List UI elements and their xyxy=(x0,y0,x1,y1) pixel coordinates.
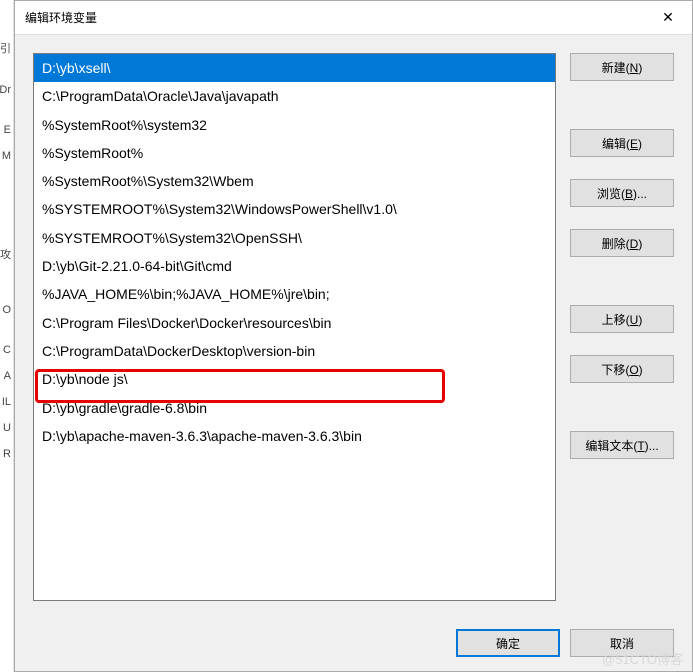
list-item[interactable]: C:\ProgramData\DockerDesktop\version-bin xyxy=(34,337,555,365)
list-item[interactable]: C:\ProgramData\Oracle\Java\javapath xyxy=(34,82,555,110)
list-item[interactable]: D:\yb\node js\ xyxy=(34,365,555,393)
list-item[interactable]: %JAVA_HOME%\bin;%JAVA_HOME%\jre\bin; xyxy=(34,280,555,308)
list-item[interactable]: %SystemRoot%\System32\Wbem xyxy=(34,167,555,195)
bg-fragment: O xyxy=(2,304,11,316)
bg-fragment: E xyxy=(4,124,11,136)
list-item[interactable]: %SystemRoot% xyxy=(34,139,555,167)
bg-fragment: Dr xyxy=(0,84,11,96)
list-item[interactable]: %SystemRoot%\system32 xyxy=(34,111,555,139)
bg-fragment: IL xyxy=(2,396,11,408)
background-window-strip: 引 Dr E M 攻 O C A IL U R xyxy=(0,0,14,672)
bg-fragment: U xyxy=(3,422,11,434)
delete-button[interactable]: 删除(D) xyxy=(570,229,674,257)
list-item[interactable]: D:\yb\gradle\gradle-6.8\bin xyxy=(34,394,555,422)
titlebar: 编辑环境变量 ✕ xyxy=(15,1,692,35)
cancel-button[interactable]: 取消 xyxy=(570,629,674,657)
dialog-title: 编辑环境变量 xyxy=(25,9,646,26)
bg-fragment: 引 xyxy=(0,40,11,56)
move-down-button[interactable]: 下移(O) xyxy=(570,355,674,383)
list-wrap: D:\yb\xsell\C:\ProgramData\Oracle\Java\j… xyxy=(33,53,556,613)
dialog-footer: 确定 取消 xyxy=(33,613,674,661)
bg-fragment: R xyxy=(3,448,11,460)
bg-fragment: A xyxy=(4,370,11,382)
list-item[interactable]: %SYSTEMROOT%\System32\WindowsPowerShell\… xyxy=(34,195,555,223)
main-row: D:\yb\xsell\C:\ProgramData\Oracle\Java\j… xyxy=(33,53,674,613)
bg-fragment: 攻 xyxy=(0,246,11,262)
edit-text-button[interactable]: 编辑文本(T)... xyxy=(570,431,674,459)
bg-fragment: C xyxy=(3,344,11,356)
dialog-body: D:\yb\xsell\C:\ProgramData\Oracle\Java\j… xyxy=(15,35,692,671)
bg-fragment: M xyxy=(2,150,11,162)
close-button[interactable]: ✕ xyxy=(646,2,690,34)
move-up-button[interactable]: 上移(U) xyxy=(570,305,674,333)
edit-env-var-dialog: 编辑环境变量 ✕ D:\yb\xsell\C:\ProgramData\Orac… xyxy=(14,0,693,672)
path-listbox[interactable]: D:\yb\xsell\C:\ProgramData\Oracle\Java\j… xyxy=(33,53,556,601)
list-item[interactable]: %SYSTEMROOT%\System32\OpenSSH\ xyxy=(34,224,555,252)
list-item[interactable]: D:\yb\Git-2.21.0-64-bit\Git\cmd xyxy=(34,252,555,280)
list-item[interactable]: D:\yb\xsell\ xyxy=(34,54,555,82)
ok-button[interactable]: 确定 xyxy=(456,629,560,657)
browse-button[interactable]: 浏览(B)... xyxy=(570,179,674,207)
edit-button[interactable]: 编辑(E) xyxy=(570,129,674,157)
close-icon: ✕ xyxy=(662,9,674,26)
button-column: 新建(N) 编辑(E) 浏览(B)... 删除(D) 上移(U) 下移(O) 编… xyxy=(570,53,674,613)
list-item[interactable]: C:\Program Files\Docker\Docker\resources… xyxy=(34,309,555,337)
list-item[interactable]: D:\yb\apache-maven-3.6.3\apache-maven-3.… xyxy=(34,422,555,450)
new-button[interactable]: 新建(N) xyxy=(570,53,674,81)
